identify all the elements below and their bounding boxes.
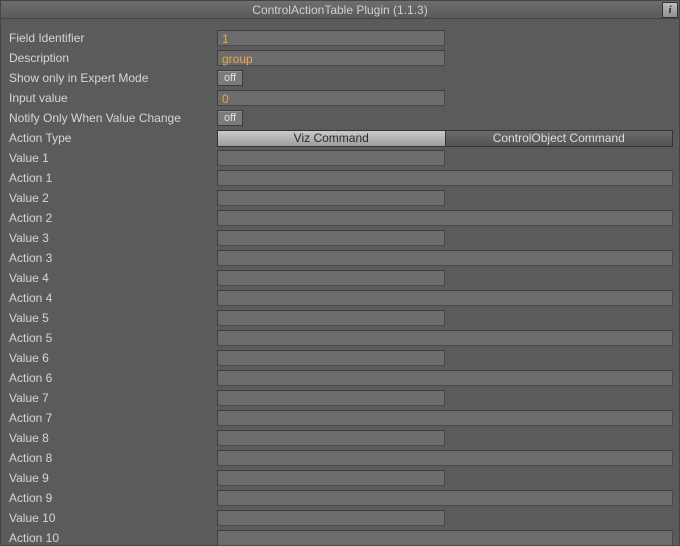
row-input-value: Input value 0 <box>7 89 675 107</box>
row-value-10: Value 10 <box>7 509 675 527</box>
label-action-5: Action 5 <box>7 331 217 345</box>
input-description[interactable]: group <box>217 50 445 66</box>
label-value-5: Value 5 <box>7 311 217 325</box>
label-action-10: Action 10 <box>7 531 217 545</box>
input-action-5[interactable] <box>217 330 673 346</box>
row-value-3: Value 3 <box>7 229 675 247</box>
label-action-type: Action Type <box>7 131 217 145</box>
segment-viz-command[interactable]: Viz Command <box>217 130 446 147</box>
label-action-6: Action 6 <box>7 371 217 385</box>
row-value-4: Value 4 <box>7 269 675 287</box>
row-field-identifier: Field Identifier 1 <box>7 29 675 47</box>
input-value-1[interactable] <box>217 150 445 166</box>
titlebar: ControlActionTable Plugin (1.1.3) i <box>1 1 679 19</box>
row-action-9: Action 9 <box>7 489 675 507</box>
row-value-9: Value 9 <box>7 469 675 487</box>
label-action-7: Action 7 <box>7 411 217 425</box>
panel-body: Field Identifier 1 Description group Sho… <box>1 19 679 546</box>
panel-title: ControlActionTable Plugin (1.1.3) <box>252 3 427 17</box>
label-value-3: Value 3 <box>7 231 217 245</box>
label-value-9: Value 9 <box>7 471 217 485</box>
input-action-2[interactable] <box>217 210 673 226</box>
label-field-identifier: Field Identifier <box>7 31 217 45</box>
row-value-6: Value 6 <box>7 349 675 367</box>
label-action-9: Action 9 <box>7 491 217 505</box>
row-action-6: Action 6 <box>7 369 675 387</box>
toggle-notify-change[interactable]: off <box>217 110 243 126</box>
plugin-panel: ControlActionTable Plugin (1.1.3) i Fiel… <box>0 0 680 546</box>
label-value-6: Value 6 <box>7 351 217 365</box>
input-action-9[interactable] <box>217 490 673 506</box>
row-value-5: Value 5 <box>7 309 675 327</box>
row-expert-mode: Show only in Expert Mode off <box>7 69 675 87</box>
input-value-3[interactable] <box>217 230 445 246</box>
row-value-7: Value 7 <box>7 389 675 407</box>
row-action-3: Action 3 <box>7 249 675 267</box>
info-button[interactable]: i <box>662 2 678 18</box>
input-action-7[interactable] <box>217 410 673 426</box>
row-description: Description group <box>7 49 675 67</box>
input-action-6[interactable] <box>217 370 673 386</box>
input-action-8[interactable] <box>217 450 673 466</box>
input-value-9[interactable] <box>217 470 445 486</box>
row-action-5: Action 5 <box>7 329 675 347</box>
input-value-5[interactable] <box>217 310 445 326</box>
segment-action-type: Viz Command ControlObject Command <box>217 130 673 147</box>
label-value-4: Value 4 <box>7 271 217 285</box>
input-value-8[interactable] <box>217 430 445 446</box>
input-value-2[interactable] <box>217 190 445 206</box>
row-action-7: Action 7 <box>7 409 675 427</box>
label-input-value: Input value <box>7 91 217 105</box>
input-action-3[interactable] <box>217 250 673 266</box>
input-input-value[interactable]: 0 <box>217 90 445 106</box>
label-value-7: Value 7 <box>7 391 217 405</box>
label-action-8: Action 8 <box>7 451 217 465</box>
row-value-1: Value 1 <box>7 149 675 167</box>
row-action-type: Action Type Viz Command ControlObject Co… <box>7 129 675 147</box>
label-expert-mode: Show only in Expert Mode <box>7 71 217 85</box>
label-action-3: Action 3 <box>7 251 217 265</box>
label-value-1: Value 1 <box>7 151 217 165</box>
label-action-4: Action 4 <box>7 291 217 305</box>
input-action-10[interactable] <box>217 530 673 546</box>
label-action-1: Action 1 <box>7 171 217 185</box>
input-value-10[interactable] <box>217 510 445 526</box>
row-value-2: Value 2 <box>7 189 675 207</box>
label-action-2: Action 2 <box>7 211 217 225</box>
input-value-4[interactable] <box>217 270 445 286</box>
row-value-8: Value 8 <box>7 429 675 447</box>
label-value-8: Value 8 <box>7 431 217 445</box>
input-value-6[interactable] <box>217 350 445 366</box>
row-action-4: Action 4 <box>7 289 675 307</box>
row-action-1: Action 1 <box>7 169 675 187</box>
label-value-10: Value 10 <box>7 511 217 525</box>
label-notify-change: Notify Only When Value Change <box>7 111 217 125</box>
label-description: Description <box>7 51 217 65</box>
row-action-2: Action 2 <box>7 209 675 227</box>
input-value-7[interactable] <box>217 390 445 406</box>
input-action-4[interactable] <box>217 290 673 306</box>
input-action-1[interactable] <box>217 170 673 186</box>
segment-controlobject-command[interactable]: ControlObject Command <box>446 130 674 147</box>
input-field-identifier[interactable]: 1 <box>217 30 445 46</box>
toggle-expert-mode[interactable]: off <box>217 70 243 86</box>
row-action-8: Action 8 <box>7 449 675 467</box>
row-notify-change: Notify Only When Value Change off <box>7 109 675 127</box>
row-action-10: Action 10 <box>7 529 675 546</box>
label-value-2: Value 2 <box>7 191 217 205</box>
